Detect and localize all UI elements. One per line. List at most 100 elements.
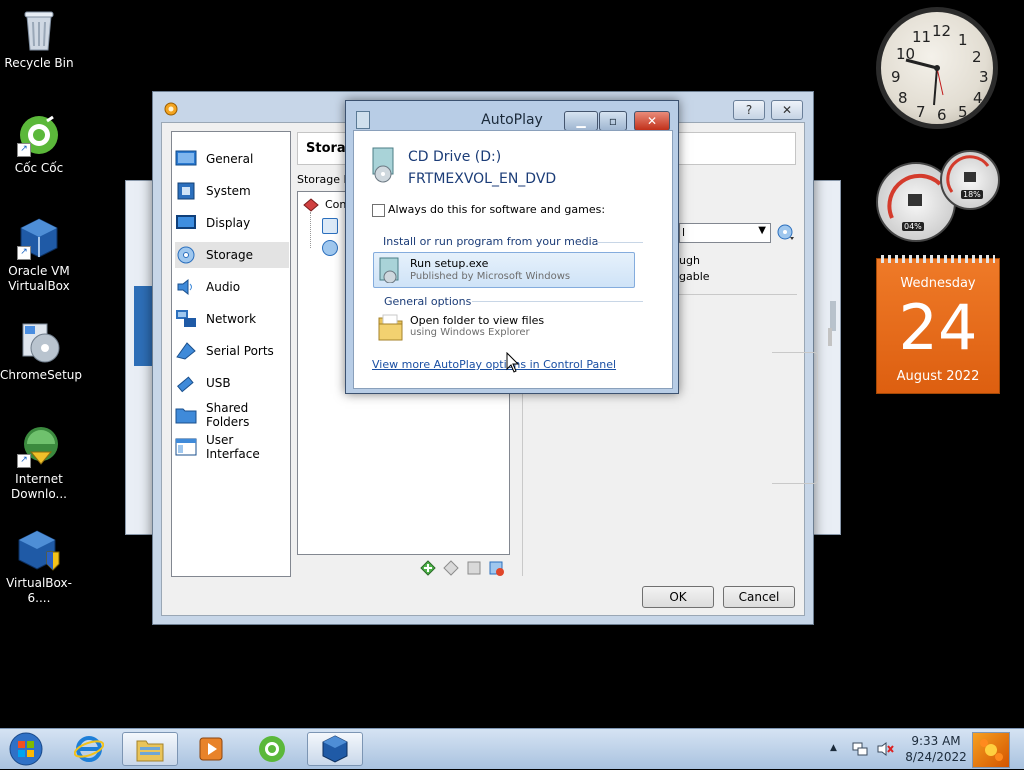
category-label: Network [206,312,257,326]
category-audio[interactable]: Audio [175,274,289,300]
folder-icon [136,740,164,762]
coccoc-icon: ↗ [17,113,61,157]
chevron-down-icon: ▼ [758,225,766,236]
run-setup-subtitle: Published by Microsoft Windows [410,271,571,282]
run-setup-option[interactable]: Run setup.exe Published by Microsoft Win… [373,252,635,288]
information-scrollbar[interactable] [828,328,832,346]
desktop-icon-internet-download[interactable]: ↗ Internet Downlo... [0,424,78,502]
add-controller-icon[interactable] [420,560,436,576]
close-button[interactable]: ✕ [771,100,803,120]
optical-disk-menu-icon[interactable] [777,223,795,241]
autoplay-title: AutoPlay [481,112,543,128]
section-general-rule [472,301,643,302]
category-label: System [206,184,251,198]
add-attachment-icon[interactable] [466,560,482,576]
volume-muted-tray-icon[interactable] [876,741,894,757]
desktop-icon-label: Oracle VM VirtualBox [8,264,70,293]
cd-drive-icon [370,147,396,183]
desktop-icon-coccoc[interactable]: ↗ Cốc Cốc [0,113,78,176]
optical-drive-select[interactable]: l ▼ [679,223,771,243]
minimize-button[interactable]: ▁ [564,111,598,131]
category-general[interactable]: General [175,146,289,172]
hotpluggable-label: gable [679,270,710,283]
category-user-interface[interactable]: User Interface [175,433,289,461]
calendar-day: 24 [898,291,978,364]
category-usb[interactable]: USB [175,370,289,396]
display-icon [175,213,197,233]
system-icon [175,181,197,201]
desktop-icon-recycle-bin[interactable]: Recycle Bin [0,8,78,71]
autoplay-dialog: AutoPlay ▁ ▫ ✕ CD Drive (D:) FRTMEXVOL_E… [345,100,679,394]
category-label: Serial Ports [206,344,274,358]
desktop-icon-label: ChromeSetup [0,368,82,382]
information-box [772,352,818,484]
calendar-month-year: August 2022 [896,369,980,384]
category-storage[interactable]: Storage [175,242,289,268]
show-desktop-button[interactable] [972,732,1010,768]
virtualbox-icon: ↗ [17,216,61,260]
category-display[interactable]: Display [175,210,289,236]
drive-name: CD Drive (D:) [408,149,502,165]
category-network[interactable]: Network [175,306,289,332]
network-tray-icon[interactable] [852,741,868,757]
section-install-header: Install or run program from your media [383,235,599,248]
cpu-meter-gadget[interactable]: 04% 18% [874,150,1002,242]
clock-gadget[interactable]: 12 1 2 3 4 5 6 7 8 9 10 11 [876,7,998,129]
general-icon [175,149,197,169]
chromesetup-icon [17,320,61,364]
desktop-icon-label: Cốc Cốc [14,161,64,175]
open-folder-subtitle: using Windows Explorer [410,327,530,338]
tray-clock-date[interactable]: 8/24/2022 [905,750,967,764]
remove-controller-icon[interactable] [443,560,459,576]
category-label: Shared Folders [206,401,250,429]
category-label: Audio [206,280,241,294]
category-label: General [206,152,254,166]
taskbar-windows-explorer[interactable] [122,732,178,766]
category-shared-folders[interactable]: Shared Folders [175,401,289,429]
control-panel-link[interactable]: View more AutoPlay options in Control Pa… [372,358,616,371]
category-system[interactable]: System [175,178,289,204]
tree-connector [310,212,312,248]
taskbar-virtualbox[interactable] [307,732,363,766]
virtualbox-manager-scrollbar[interactable] [830,301,836,331]
tree-optical-drive-icon[interactable] [322,240,338,256]
audio-icon [175,277,197,297]
desktop-icon-virtualbox-installer[interactable]: VirtualBox-6.... [0,528,78,606]
cpu-percent: 04% [902,222,924,231]
category-label: USB [206,376,231,390]
always-do-checkbox[interactable] [372,204,385,217]
help-button[interactable]: ? [733,100,765,120]
network-icon [175,309,197,329]
tray-overflow-arrow[interactable]: ▲ [830,743,837,753]
mouse-cursor-icon [506,351,520,374]
desktop-icon-label: VirtualBox-6.... [6,576,72,605]
cancel-button[interactable]: Cancel [723,586,795,608]
tree-disk-icon[interactable] [322,218,338,234]
folder-icon [377,312,405,342]
passthrough-label: ugh [679,254,700,267]
desktop-icon-label: Internet Downlo... [11,472,67,501]
maximize-button[interactable]: ▫ [599,111,627,131]
flower-wallpaper-icon [980,739,1003,761]
internet-download-manager-icon: ↗ [17,424,61,468]
open-folder-option[interactable]: Open folder to view files using Windows … [373,310,633,344]
calendar-gadget[interactable]: Wednesday 24 August 2022 [876,255,1000,394]
internet-explorer-icon [74,736,104,762]
ok-button[interactable]: OK [642,586,714,608]
category-serial-ports[interactable]: Serial Ports [175,338,289,364]
taskbar-internet-explorer[interactable] [61,732,117,766]
remove-attachment-icon[interactable] [488,560,504,576]
memory-percent: 18% [961,190,983,199]
start-button[interactable] [6,731,46,767]
close-button[interactable]: ✕ [634,111,670,131]
usb-icon [175,373,197,393]
tray-clock-time[interactable]: 9:33 AM [905,734,967,748]
category-list: General System Display Storage Audio Net… [171,131,291,577]
desktop-icon-virtualbox[interactable]: ↗ Oracle VM VirtualBox [0,216,78,294]
serial-port-icon [175,341,197,361]
setup-program-icon [378,257,404,284]
always-do-label[interactable]: Always do this for software and games: [388,203,605,216]
taskbar-media-player[interactable] [183,732,239,766]
taskbar-coccoc[interactable] [244,732,300,766]
desktop-icon-chromesetup[interactable]: ChromeSetup [0,320,82,383]
